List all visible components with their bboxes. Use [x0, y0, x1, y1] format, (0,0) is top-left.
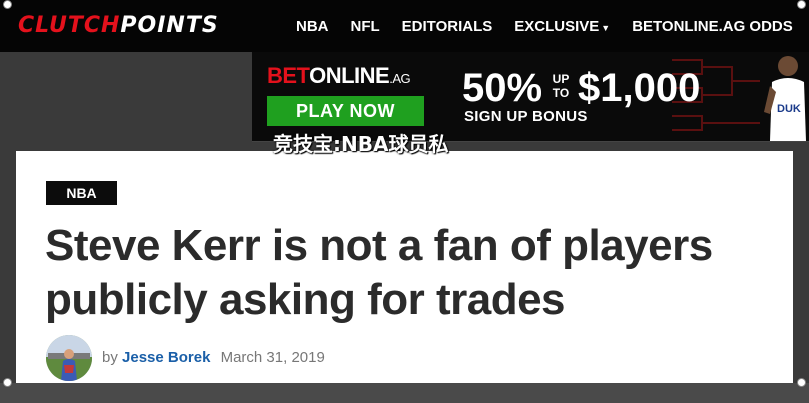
ad-amount: $1,000 — [578, 66, 701, 110]
page-background-band — [0, 383, 809, 403]
ad-up-to: UP TO — [549, 72, 573, 100]
nav-item-exclusive-label: EXCLUSIVE — [514, 17, 600, 35]
ad-bonus-text: SIGN UP BONUS — [464, 108, 588, 125]
publish-date: March 31, 2019 — [220, 349, 325, 366]
selection-handle — [3, 0, 12, 9]
brand-ag: .AG — [389, 71, 411, 86]
article-header-card: NBA Steve Kerr is not a fan of players p… — [16, 151, 793, 383]
top-navbar: CLUTCHPOINTS NBA NFL EDITORIALS EXCLUSIV… — [0, 0, 809, 52]
ad-to: TO — [552, 86, 570, 100]
avatar-photo — [46, 335, 92, 381]
nav-item-nba[interactable]: NBA — [296, 18, 329, 35]
author-avatar[interactable] — [46, 335, 92, 381]
ad-up: UP — [552, 72, 570, 86]
nav-item-nfl[interactable]: NFL — [351, 18, 380, 35]
brand-online: ONLINE — [309, 63, 390, 88]
nav-item-editorials[interactable]: EDITORIALS — [402, 18, 493, 35]
selection-handle — [797, 0, 806, 9]
brand-bet: BET — [267, 63, 310, 88]
logo-part-clutch: CLUTCH — [18, 13, 121, 38]
category-tag[interactable]: NBA — [46, 181, 117, 205]
byline-by: by — [102, 349, 118, 366]
play-now-button[interactable]: PLAY NOW — [267, 96, 424, 126]
main-nav: NBA NFL EDITORIALS EXCLUSIVE ▼ BETONLINE.… — [296, 0, 809, 52]
author-link[interactable]: Jesse Borek — [122, 349, 210, 366]
betonline-brand: BETONLINE.AG — [267, 63, 411, 89]
selection-handle — [3, 378, 12, 387]
nav-item-betonline-odds[interactable]: BETONLINE.AG ODDS — [632, 18, 793, 35]
article-title: Steve Kerr is not a fan of players publi… — [45, 219, 785, 327]
ad-percent: 50% — [462, 66, 543, 110]
basketball-player-image: DUK — [760, 52, 809, 141]
nav-item-exclusive[interactable]: EXCLUSIVE ▼ — [514, 18, 610, 35]
clutchpoints-logo[interactable]: CLUTCHPOINTS — [18, 12, 219, 40]
logo-part-points: POINTS — [120, 13, 219, 38]
jersey-text: DUK — [777, 103, 801, 115]
article-title-line-1: Steve Kerr is not a fan of players — [45, 221, 713, 270]
article-title-line-2: publicly asking for trades — [45, 275, 566, 324]
selection-handle — [797, 378, 806, 387]
chevron-down-icon: ▼ — [601, 22, 611, 33]
byline: by Jesse Borek March 31, 2019 — [102, 349, 325, 366]
overlay-caption: 竞技宝:NBA球员私 — [273, 132, 449, 156]
